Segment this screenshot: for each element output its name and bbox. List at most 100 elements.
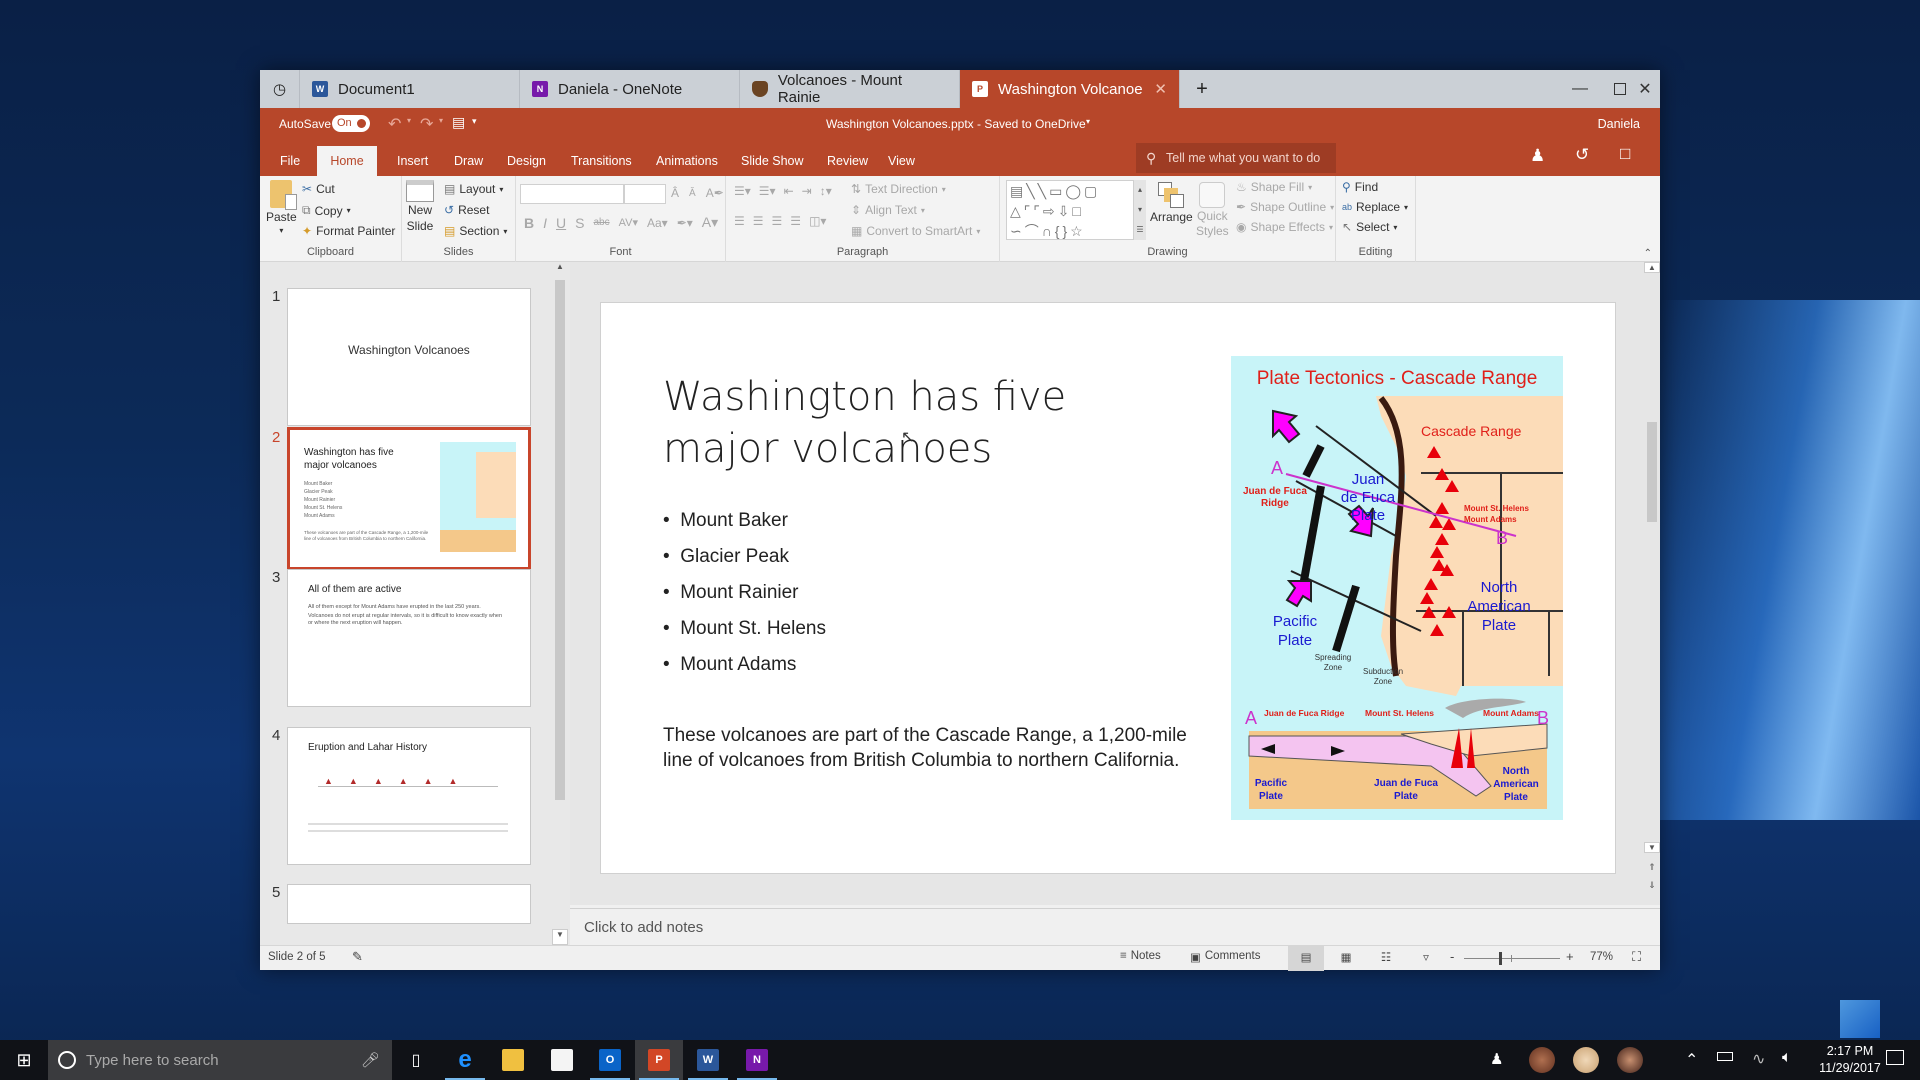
taskbar-edge[interactable]: e — [441, 1040, 489, 1080]
ribbon-tab-view[interactable]: View — [876, 146, 927, 176]
align-center-icon[interactable]: ☰ — [753, 214, 764, 228]
align-text-button[interactable]: ⇕ Align Text ▾ — [851, 203, 925, 217]
scroll-up-icon[interactable]: ▲ — [552, 262, 568, 278]
reading-view-button[interactable]: ☷ — [1368, 946, 1404, 971]
font-size-dropdown[interactable] — [624, 184, 666, 204]
activity-history-icon[interactable]: ↺ — [1575, 145, 1589, 165]
change-case-icon[interactable]: Aa▾ — [647, 216, 668, 230]
ribbon-tab-slide-show[interactable]: Slide Show — [729, 146, 816, 176]
people-icon[interactable]: ♟ — [1490, 1050, 1503, 1068]
paste-button[interactable]: Paste ▾ — [266, 180, 298, 235]
slide-thumbnail-4[interactable]: Eruption and Lahar History ▲▲▲▲▲▲ — [287, 727, 531, 865]
numbering-icon[interactable]: ☰▾ — [759, 184, 776, 198]
previous-slide-icon[interactable]: ⇑ — [1644, 862, 1660, 873]
line-spacing-icon[interactable]: ↕▾ — [820, 184, 832, 198]
editor-scrollbar[interactable]: ▲ ▼ ⇑ ⇓ — [1644, 262, 1660, 905]
text-direction-button[interactable]: ⇅ Text Direction ▾ — [851, 182, 946, 196]
cut-button[interactable]: ✂ Cut — [302, 182, 335, 196]
ribbon-tab-design[interactable]: Design — [495, 146, 558, 176]
slide-thumbnail-2[interactable]: Washington has five major volcanoes Moun… — [287, 427, 531, 570]
next-slide-icon[interactable]: ⇓ — [1644, 880, 1660, 891]
font-name-dropdown[interactable] — [520, 184, 624, 204]
thumbnail-scrollbar[interactable]: ▲ ▼ — [552, 262, 568, 945]
shadow-icon[interactable]: S — [575, 215, 584, 231]
slide-thumbnail-3[interactable]: All of them are active All of them excep… — [287, 569, 531, 707]
customize-qat-icon[interactable]: ▾ — [472, 116, 477, 127]
zoom-level[interactable]: 77% — [1590, 951, 1613, 963]
ribbon-tab-review[interactable]: Review — [815, 146, 880, 176]
highlight-icon[interactable]: ✒▾ — [677, 216, 693, 230]
shapes-gallery[interactable]: ▤╲╲▭◯▢ △⌜⌜⇨⇩□ ∽⌒∩{}☆ — [1006, 180, 1134, 240]
zoom-out-button[interactable]: - — [1450, 949, 1454, 964]
format-painter-button[interactable]: ✦ Format Painter — [302, 224, 395, 238]
decrease-font-size-icon[interactable]: Ǎ — [689, 188, 696, 199]
shape-effects-button[interactable]: ◉ Shape Effects ▾ — [1236, 220, 1333, 234]
minimize-button[interactable]: — — [1560, 70, 1600, 108]
taskbar-outlook[interactable]: O — [586, 1040, 634, 1080]
autosave-toggle[interactable]: On — [332, 115, 370, 132]
shape-outline-button[interactable]: ✒ Shape Outline ▾ — [1236, 200, 1334, 214]
zoom-slider[interactable] — [1464, 952, 1560, 965]
slide-thumbnail-1[interactable]: Washington Volcanoes — [287, 288, 531, 426]
redo-dropdown-icon[interactable]: ▾ — [439, 116, 443, 125]
close-window-button[interactable]: ✕ — [1630, 70, 1660, 108]
bold-icon[interactable]: B — [524, 215, 534, 231]
close-tab-icon[interactable]: ✕ — [1154, 80, 1167, 98]
comments-button[interactable]: ▣ Comments — [1190, 950, 1260, 964]
character-spacing-icon[interactable]: AV▾ — [619, 216, 638, 229]
shapes-gallery-scroll[interactable]: ▴ ▾ ☰ — [1134, 180, 1146, 240]
ribbon-tab-transitions[interactable]: Transitions — [559, 146, 644, 176]
underline-icon[interactable]: U — [556, 215, 566, 231]
notes-pane[interactable]: Click to add notes — [570, 908, 1660, 945]
ribbon-tab-home[interactable]: Home — [317, 146, 377, 176]
ribbon-tab-draw[interactable]: Draw — [442, 146, 495, 176]
justify-icon[interactable]: ☰ — [790, 214, 801, 228]
slide-title[interactable]: Washington has five major volcanoes — [663, 371, 1183, 475]
slide-sorter-button[interactable]: ▦ — [1328, 946, 1364, 971]
section-button[interactable]: ▤ Section ▾ — [444, 224, 507, 238]
ribbon-tab-file[interactable]: File — [268, 146, 312, 176]
contact-avatar-2[interactable] — [1573, 1047, 1599, 1073]
undo-icon[interactable]: ↶ — [388, 114, 401, 134]
slide-bullet-list[interactable]: • Mount Baker • Glacier Peak • Mount Rai… — [663, 503, 826, 683]
zoom-in-button[interactable]: + — [1566, 949, 1574, 964]
notes-button[interactable]: ≡ Notes — [1120, 950, 1161, 962]
replace-button[interactable]: ab Replace ▾ — [1342, 200, 1408, 214]
ribbon-tab-insert[interactable]: Insert — [385, 146, 440, 176]
slide-thumbnail-5[interactable] — [287, 884, 531, 924]
select-button[interactable]: ↖ Select ▾ — [1342, 220, 1397, 234]
contact-avatar-1[interactable] — [1529, 1047, 1555, 1073]
action-center-icon[interactable] — [1886, 1050, 1904, 1065]
comments-icon[interactable]: □ — [1620, 144, 1630, 164]
redo-icon[interactable]: ↷ — [420, 114, 433, 134]
document-title[interactable]: Washington Volcanoes.pptx - Saved to One… — [826, 117, 1086, 131]
strikethrough-icon[interactable]: abc — [593, 217, 609, 228]
tab-history-button[interactable]: ◷ — [260, 70, 300, 108]
slideshow-view-button[interactable]: ▿ — [1408, 946, 1444, 971]
find-button[interactable]: ⚲ Find — [1342, 180, 1378, 194]
layout-button[interactable]: ▤ Layout ▾ — [444, 182, 503, 196]
shape-fill-button[interactable]: ♨ Shape Fill ▾ — [1236, 180, 1312, 194]
show-hidden-icons-icon[interactable]: ⌃ — [1685, 1050, 1698, 1070]
browser-tab-onenote[interactable]: N Daniela - OneNote — [520, 70, 740, 108]
taskbar-onenote[interactable]: N — [733, 1040, 781, 1080]
plate-tectonics-figure[interactable]: Plate Tectonics - Cascade Range A B Casc… — [1231, 356, 1563, 820]
decrease-indent-icon[interactable]: ⇤ — [784, 184, 794, 198]
new-slide-button[interactable]: New Slide — [406, 180, 434, 234]
share-icon[interactable]: ♟ — [1530, 146, 1545, 166]
scroll-down-icon[interactable]: ▼ — [552, 929, 568, 945]
reset-button[interactable]: ↺ Reset — [444, 203, 489, 217]
start-button[interactable]: ⊞ — [0, 1040, 48, 1080]
increase-font-size-icon[interactable]: Â — [671, 186, 679, 200]
taskbar-search-box[interactable]: Type here to search 🎤︎ — [48, 1040, 392, 1080]
title-dropdown-icon[interactable]: ▾ — [1086, 117, 1090, 126]
convert-smartart-button[interactable]: ▦ Convert to SmartArt ▾ — [851, 224, 980, 238]
font-color-icon[interactable]: A▾ — [702, 214, 718, 231]
increase-indent-icon[interactable]: ⇥ — [802, 184, 812, 198]
microphone-icon[interactable]: 🎤︎ — [361, 1051, 380, 1069]
arrange-button[interactable]: Arrange — [1150, 182, 1193, 224]
collapse-ribbon-icon[interactable]: ⌃ — [1644, 248, 1652, 259]
scroll-down-icon[interactable]: ▼ — [1644, 842, 1660, 853]
volume-icon[interactable]: 🔈︎ — [1782, 1049, 1792, 1067]
task-view-button[interactable]: ▯ — [392, 1040, 440, 1080]
